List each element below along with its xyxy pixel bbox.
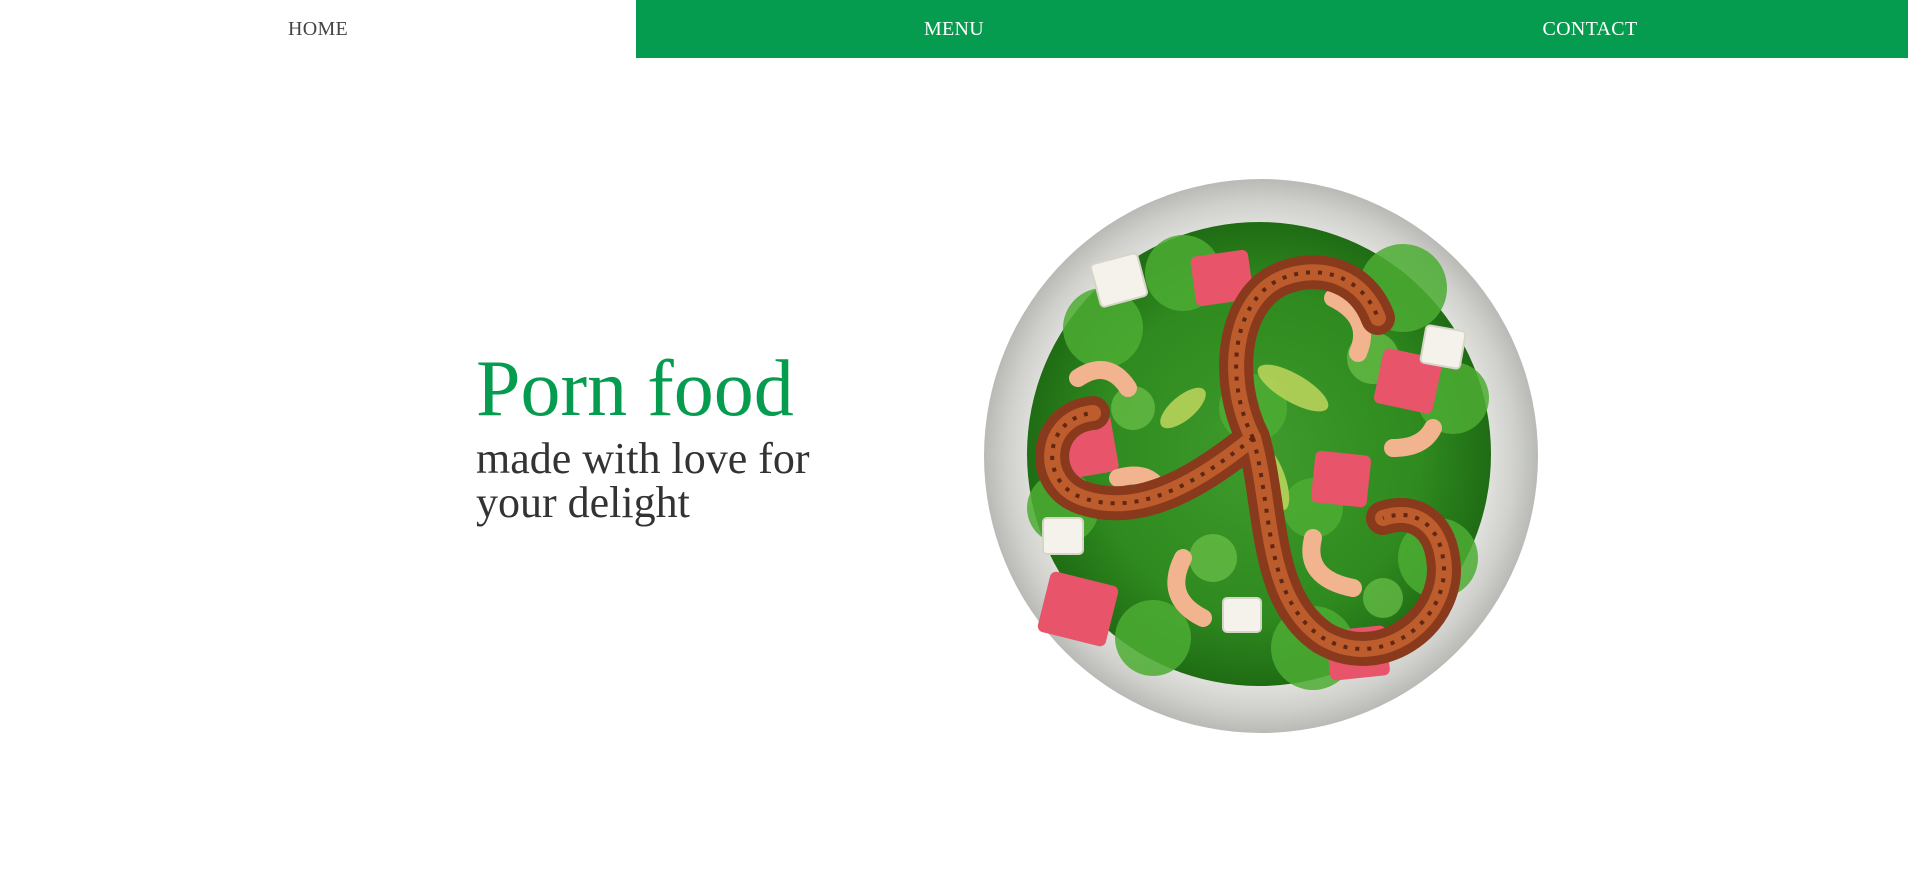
nav-item-menu[interactable]: MENU — [636, 0, 1272, 58]
hero-subtitle: made with love for your delight — [476, 434, 810, 527]
nav-item-menu-label: MENU — [923, 17, 985, 40]
hero-text: Porn food made with love for your deligh… — [476, 345, 876, 525]
nav-item-contact[interactable]: CONTACT — [1272, 0, 1908, 58]
salad-plate-image — [984, 179, 1538, 733]
nav-item-contact-label: CONTACT — [1542, 17, 1638, 40]
hero-title: Porn food — [476, 345, 794, 433]
nav-item-home[interactable]: HOME — [0, 0, 636, 58]
nav-item-home-label: HOME — [287, 17, 349, 40]
top-navigation: HOME MENU CONTACT — [0, 0, 1908, 58]
